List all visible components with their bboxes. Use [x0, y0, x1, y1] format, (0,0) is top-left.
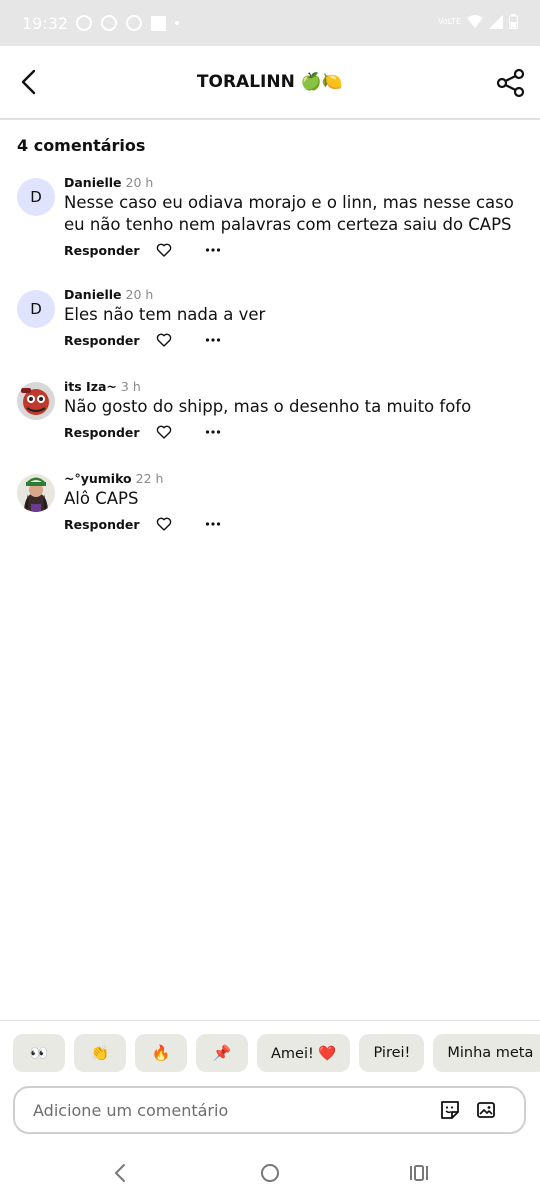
avatar-image — [17, 382, 55, 420]
share-icon[interactable] — [496, 68, 526, 98]
quick-reactions: 👀 👏 🔥 📌 Amei! ❤️ Pirei! Minha meta — [13, 1034, 540, 1072]
comment-actions: Responder — [64, 515, 524, 533]
system-nav-bar — [0, 1150, 540, 1199]
reaction-chip-pin[interactable]: 📌 — [196, 1034, 248, 1072]
page-title: TORALINN 🍏🍋 — [196, 72, 344, 92]
battery-icon — [509, 14, 518, 29]
comment-meta: Danielle 20 h — [64, 284, 524, 303]
comments-count: 4 comentários — [17, 136, 146, 155]
reply-button[interactable]: Responder — [64, 243, 156, 258]
bottom-divider — [0, 1020, 540, 1021]
comment-time: 20 h — [125, 175, 154, 190]
comment-text: Alô CAPS — [64, 489, 139, 508]
reaction-chip-pirei[interactable]: Pirei! — [359, 1034, 425, 1072]
comment-time: 3 h — [120, 379, 141, 394]
system-back-icon[interactable] — [110, 1162, 132, 1184]
more-options-icon[interactable] — [205, 332, 221, 348]
reply-button[interactable]: Responder — [64, 517, 156, 532]
comment-meta: ~°yumiko 22 h — [64, 468, 524, 487]
comment-actions: Responder — [64, 423, 524, 441]
comment-body: its Iza~ 3 h Não gosto do shipp, mas o de… — [64, 376, 524, 441]
more-options-icon[interactable] — [205, 242, 221, 258]
comment-input-box — [13, 1086, 526, 1134]
reaction-chip-amei[interactable]: Amei! ❤️ — [257, 1034, 351, 1072]
comment-meta: its Iza~ 3 h — [64, 376, 524, 395]
comment-text: Não gosto do shipp, mas o desenho ta mui… — [64, 397, 472, 416]
comment-time: 22 h — [135, 471, 164, 486]
header-divider — [0, 118, 540, 120]
comment-body: Danielle 20 h Eles não tem nada a ver Res… — [64, 284, 524, 349]
comment-text: Nesse caso eu odiava morajo e o linn, ma… — [64, 193, 514, 234]
comment-author[interactable]: Danielle — [64, 175, 122, 190]
avatar[interactable] — [17, 474, 55, 512]
volte-label: VoLTE — [437, 16, 461, 26]
avatar-image — [17, 474, 55, 512]
status-right-icons: VoLTE — [438, 14, 518, 29]
heart-icon[interactable] — [156, 516, 172, 532]
reply-button[interactable]: Responder — [64, 425, 156, 440]
avatar[interactable]: D — [17, 178, 55, 216]
status-time: 19:32 — [22, 13, 69, 33]
comment-meta: Danielle 20 h — [64, 172, 524, 191]
comment-input[interactable] — [31, 1099, 425, 1121]
sticker-icon[interactable] — [439, 1099, 461, 1121]
comment-body: Danielle 20 h Nesse caso eu odiava morajo… — [64, 172, 524, 259]
reply-button[interactable]: Responder — [64, 333, 156, 348]
heart-icon[interactable] — [156, 242, 172, 258]
more-options-icon[interactable] — [205, 424, 221, 440]
reaction-chip-minha-meta[interactable]: Minha meta — [433, 1034, 540, 1072]
app-notification-icon — [126, 15, 143, 31]
whatsapp-icon — [76, 15, 93, 31]
avatar[interactable] — [17, 382, 55, 420]
signal-icon — [489, 14, 503, 29]
reaction-chip-eyes[interactable]: 👀 — [13, 1034, 65, 1072]
pinterest-icon — [101, 15, 118, 31]
more-options-icon[interactable] — [205, 516, 221, 532]
heart-icon[interactable] — [156, 332, 172, 348]
comment-text: Eles não tem nada a ver — [64, 305, 266, 324]
status-bar: 19:32 VoLTE — [0, 0, 540, 46]
notification-icons — [76, 15, 180, 31]
comment-author[interactable]: its Iza~ — [64, 379, 117, 394]
wifi-icon — [467, 14, 483, 28]
comment-body: ~°yumiko 22 h Alô CAPS Responder — [64, 468, 524, 533]
reaction-chip-clap[interactable]: 👏 — [74, 1034, 126, 1072]
system-home-icon[interactable] — [259, 1162, 281, 1184]
comment-actions: Responder — [64, 331, 524, 349]
header: TORALINN 🍏🍋 — [0, 46, 540, 118]
system-recents-icon[interactable] — [408, 1162, 430, 1184]
avatar[interactable]: D — [17, 290, 55, 328]
reaction-chip-fire[interactable]: 🔥 — [135, 1034, 187, 1072]
heart-icon[interactable] — [156, 424, 172, 440]
image-upload-icon[interactable] — [475, 1099, 497, 1121]
comment-author[interactable]: Danielle — [64, 287, 122, 302]
comment-actions: Responder — [64, 241, 524, 259]
more-notifications-icon — [175, 21, 180, 25]
image-notification-icon — [151, 15, 167, 31]
comment-author[interactable]: ~°yumiko — [64, 471, 132, 486]
comment-time: 20 h — [125, 287, 154, 302]
